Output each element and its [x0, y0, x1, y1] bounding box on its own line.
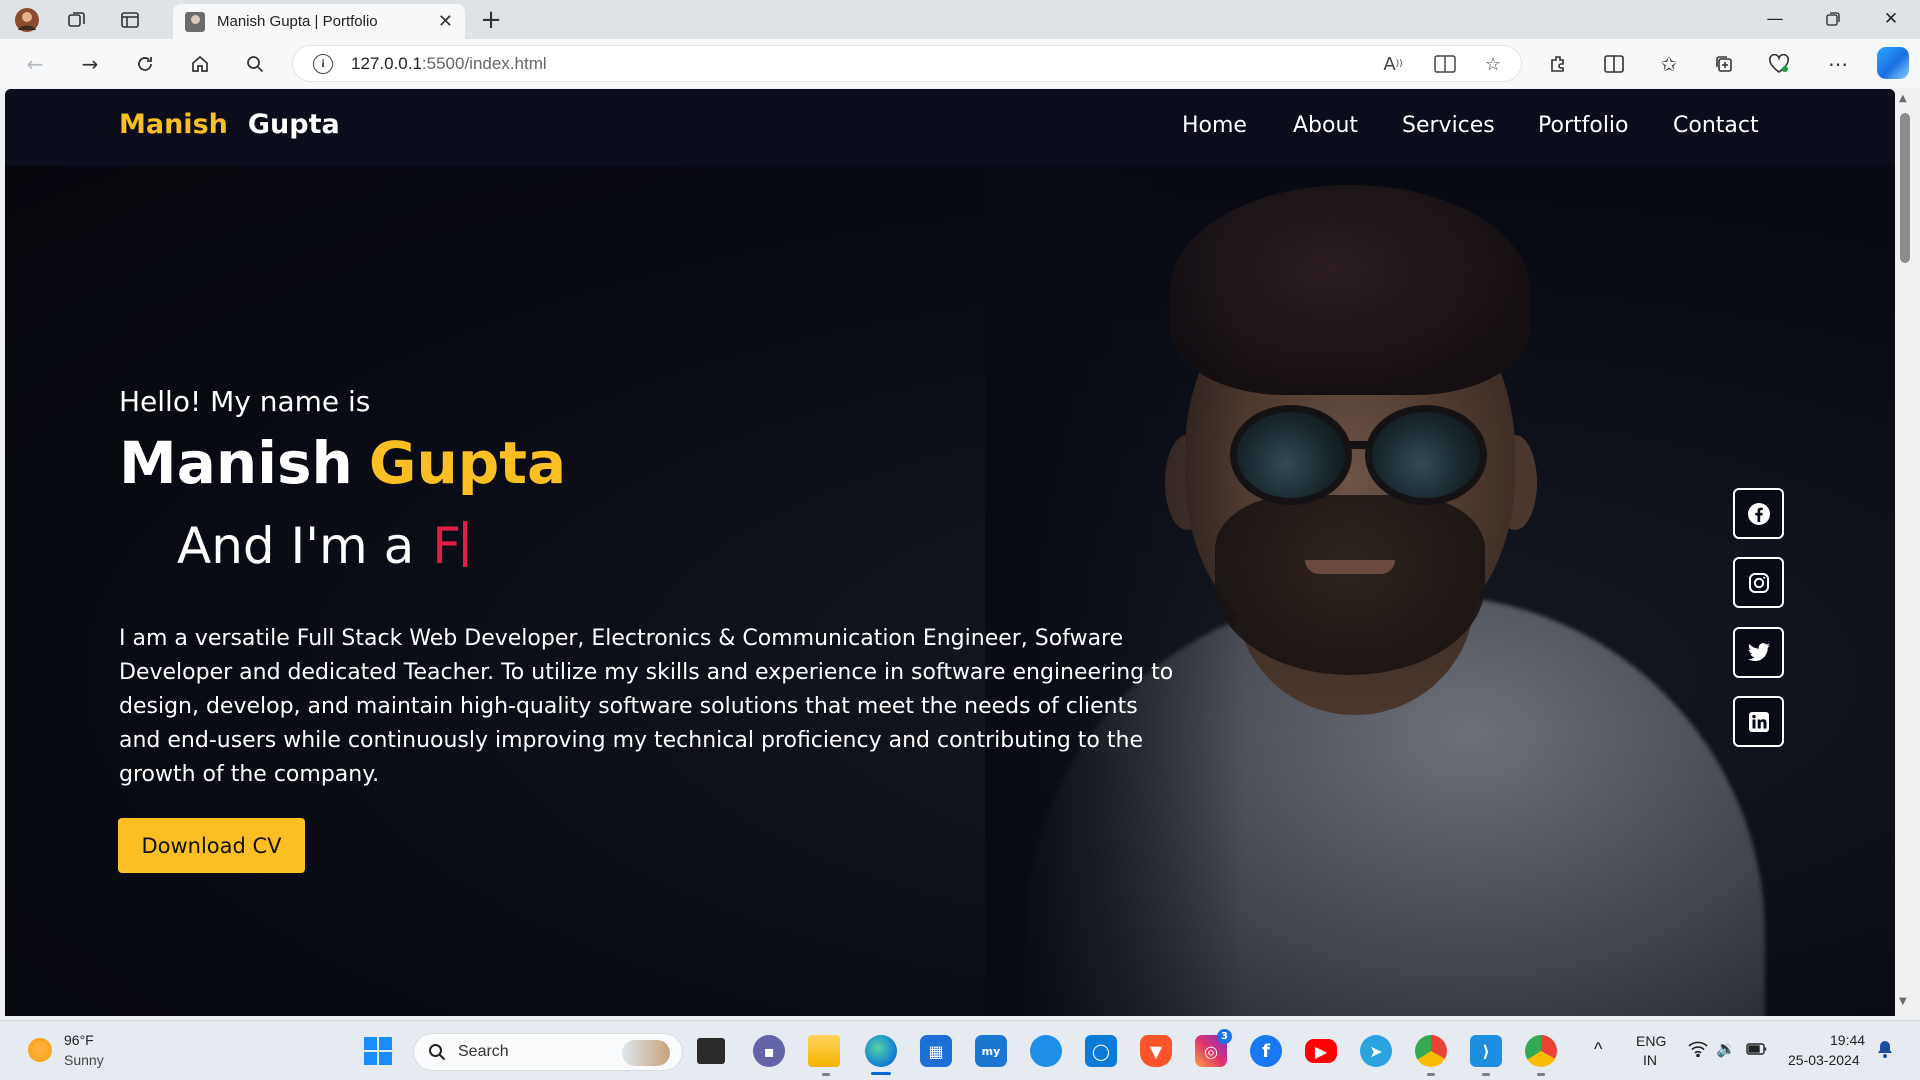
scrollbar-thumb[interactable] — [1900, 113, 1910, 263]
edge-browser-icon[interactable] — [865, 1035, 897, 1067]
taskbar-search-icon — [429, 1044, 446, 1061]
tab-actions-icon[interactable] — [115, 6, 145, 34]
running-indicator — [1427, 1073, 1435, 1076]
running-indicator — [822, 1073, 830, 1076]
tab-title: Manish Gupta | Portfolio — [217, 13, 378, 30]
browser-tab-active[interactable]: Manish Gupta | Portfolio ✕ — [173, 4, 465, 39]
brave-browser-icon[interactable]: ▼ — [1140, 1035, 1172, 1067]
minimize-icon[interactable]: — — [1752, 4, 1798, 34]
address-bar[interactable]: i 127.0.0.1:5500/index.html A)) ☆ — [292, 45, 1522, 82]
favorites-icon[interactable]: ✩ — [1652, 48, 1686, 80]
scroll-up-arrow-icon[interactable]: ▲ — [1899, 93, 1907, 104]
extensions-icon[interactable] — [1541, 48, 1575, 80]
facebook-app-icon[interactable]: f — [1250, 1035, 1282, 1067]
clock-time[interactable]: 19:44 — [1830, 1032, 1865, 1048]
site-logo[interactable]: Manish Gupta — [119, 109, 340, 140]
nav-about[interactable]: About — [1293, 113, 1358, 138]
running-indicator — [1537, 1073, 1545, 1076]
profile-portrait-image — [985, 165, 1835, 1016]
nav-services[interactable]: Services — [1402, 113, 1495, 138]
close-window-icon[interactable]: ✕ — [1868, 4, 1914, 34]
back-icon[interactable]: ← — [18, 48, 52, 80]
read-aloud-icon[interactable]: A)) — [1378, 50, 1408, 78]
hero-typed-role: And I'm aF — [177, 517, 468, 575]
notification-bell-icon[interactable] — [1876, 1039, 1894, 1062]
show-hidden-icons-chevron-icon[interactable]: ^ — [1594, 1039, 1602, 1060]
youtube-app-icon[interactable]: ▶ — [1305, 1039, 1337, 1063]
chrome-profile-2-icon[interactable] — [1525, 1035, 1557, 1067]
linkedin-icon[interactable] — [1733, 696, 1784, 747]
nav-home[interactable]: Home — [1182, 113, 1247, 138]
instagram-icon[interactable] — [1733, 557, 1784, 608]
browser-tabstrip: Manish Gupta | Portfolio ✕ + — ✕ — [0, 0, 1920, 39]
region-indicator[interactable]: IN — [1643, 1052, 1657, 1068]
browser-essentials-icon[interactable] — [1762, 48, 1796, 80]
taskbar-search-box[interactable]: Search — [413, 1033, 683, 1071]
nav-contact[interactable]: Contact — [1673, 113, 1759, 138]
nav-portfolio[interactable]: Portfolio — [1538, 113, 1629, 138]
forward-icon[interactable]: → — [73, 48, 107, 80]
site-navbar: Manish Gupta Home About Services Portfoli… — [5, 89, 1895, 166]
scroll-down-arrow-icon[interactable]: ▼ — [1899, 996, 1907, 1007]
weather-condition[interactable]: Sunny — [64, 1052, 104, 1068]
url-text: 127.0.0.1:5500/index.html — [351, 53, 547, 73]
hero-description: I am a versatile Full Stack Web Develope… — [119, 626, 1174, 787]
page-scrollbar[interactable]: ▲ ▼ — [1896, 89, 1916, 1016]
hero-name: Manish Gupta — [119, 429, 567, 497]
refresh-icon[interactable] — [128, 48, 162, 80]
more-options-icon[interactable]: ⋯ — [1821, 48, 1855, 80]
cortana-icon[interactable]: ◯ — [1085, 1035, 1117, 1067]
collections-icon[interactable] — [1707, 48, 1741, 80]
instagram-badge: 3 — [1217, 1029, 1232, 1044]
weather-sun-icon[interactable] — [28, 1038, 52, 1062]
search-icon[interactable] — [238, 48, 272, 80]
typing-caret — [463, 521, 468, 567]
tab-favicon-icon — [185, 11, 205, 32]
active-app-indicator — [871, 1072, 891, 1075]
search-highlight-illustration-icon — [622, 1040, 670, 1066]
page-viewport: Manish Gupta Home About Services Portfoli… — [5, 89, 1895, 1016]
task-view-icon[interactable] — [697, 1038, 725, 1064]
volume-icon[interactable]: 🔉 — [1716, 1039, 1736, 1059]
teams-chat-icon[interactable]: ▪ — [753, 1035, 785, 1067]
windows-taskbar: 96°F Sunny Search ▪ ▦ my ◯ ▼ ◎ 3 f ▶ ➤ ⟩… — [0, 1020, 1920, 1080]
split-screen-icon[interactable] — [1597, 48, 1631, 80]
weather-temperature[interactable]: 96°F — [64, 1032, 94, 1048]
home-icon[interactable] — [183, 48, 217, 80]
copilot-icon[interactable] — [1877, 47, 1909, 79]
close-tab-icon[interactable]: ✕ — [438, 11, 453, 32]
favorite-star-icon[interactable]: ☆ — [1478, 50, 1508, 78]
workspaces-icon[interactable] — [62, 6, 92, 34]
site-info-icon[interactable]: i — [313, 53, 333, 74]
clock-date[interactable]: 25-03-2024 — [1788, 1052, 1860, 1068]
browser-toolbar: ← → i 127.0.0.1:5500/index.html A)) ☆ ✩ … — [0, 39, 1920, 88]
telegram-app-icon[interactable]: ➤ — [1360, 1035, 1392, 1067]
running-indicator — [1482, 1073, 1490, 1076]
facebook-icon[interactable] — [1733, 488, 1784, 539]
chrome-profile-1-icon[interactable] — [1415, 1035, 1447, 1067]
restore-icon[interactable] — [1810, 4, 1856, 34]
windows-start-icon[interactable] — [362, 1035, 394, 1067]
battery-icon[interactable] — [1746, 1042, 1768, 1059]
microsoft-store-icon[interactable]: ▦ — [920, 1035, 952, 1067]
twitter-icon[interactable] — [1733, 627, 1784, 678]
tips-app-icon[interactable] — [1030, 1035, 1062, 1067]
hero-greeting: Hello! My name is — [119, 385, 371, 418]
file-explorer-icon[interactable] — [808, 1035, 840, 1067]
download-cv-button[interactable]: Download CV — [118, 818, 305, 873]
myhp-icon[interactable]: my — [975, 1035, 1007, 1067]
new-tab-icon[interactable]: + — [476, 5, 506, 35]
profile-avatar-icon[interactable] — [12, 6, 42, 34]
immersive-reader-icon[interactable] — [1430, 50, 1460, 78]
wifi-icon[interactable] — [1688, 1041, 1708, 1060]
vscode-icon[interactable]: ⟩ — [1470, 1035, 1502, 1067]
language-indicator[interactable]: ENG — [1636, 1033, 1666, 1049]
instagram-app-icon[interactable]: ◎ 3 — [1195, 1029, 1232, 1067]
